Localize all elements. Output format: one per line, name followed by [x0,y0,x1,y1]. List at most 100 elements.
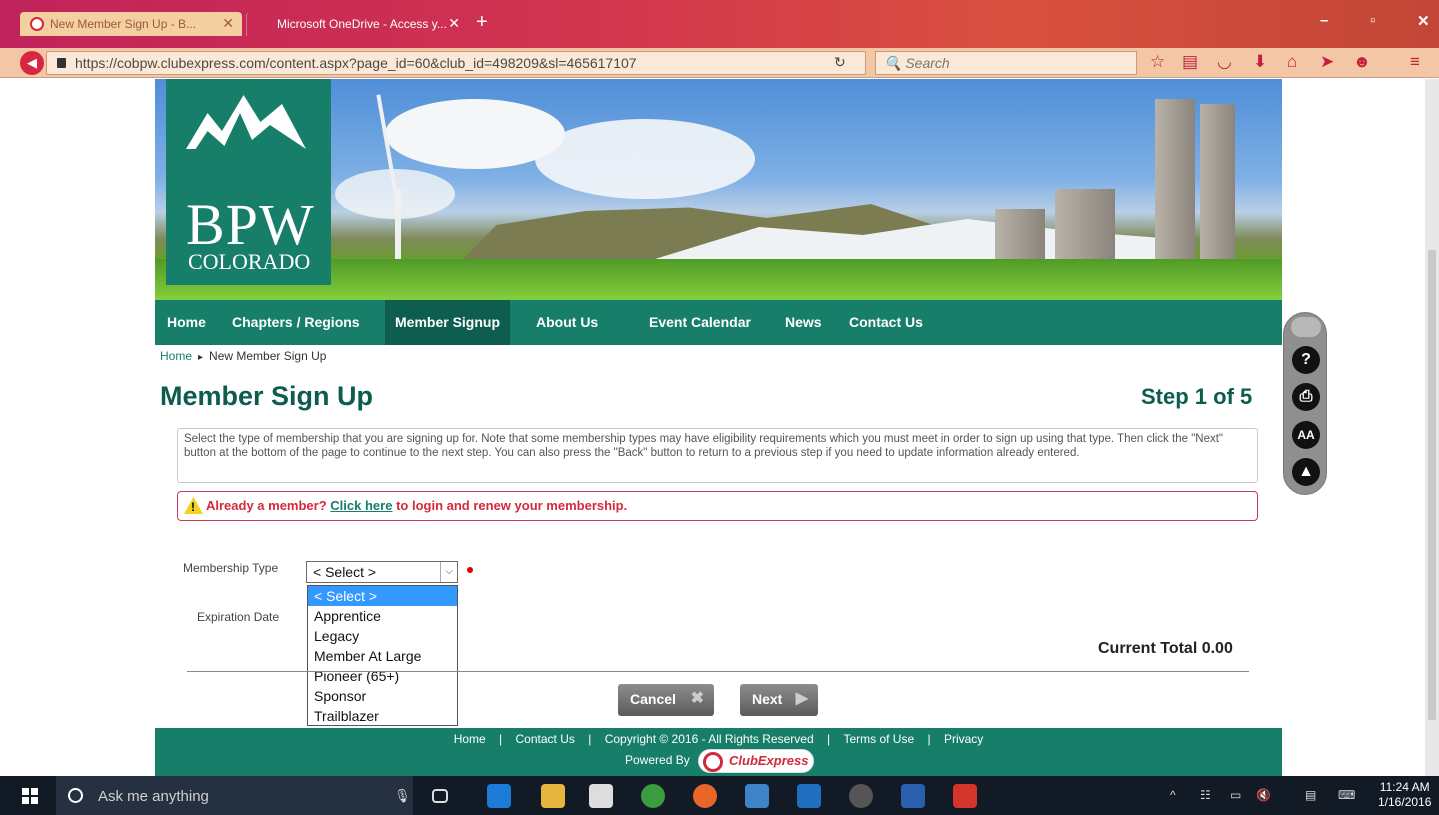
pocket-icon[interactable]: ◡ [1217,52,1232,72]
close-tab-icon[interactable]: ✕ [448,15,460,32]
next-label: Next [752,691,783,707]
option-trailblazer[interactable]: Trailblazer [308,706,457,726]
url-text: https://cobpw.clubexpress.com/content.as… [75,55,637,71]
notes-app-icon[interactable] [745,784,769,808]
nav-event-calendar[interactable]: Event Calendar [639,300,761,345]
logo-mountain-icon [186,95,306,149]
option-sponsor[interactable]: Sponsor [308,686,457,706]
lock-icon [57,58,66,68]
footer-separator: | [826,732,831,746]
battery-icon[interactable]: ▭ [1230,788,1241,802]
bpw-logo[interactable]: BPW COLORADO [166,79,331,285]
clubexpress-brand: ClubExpress [729,753,809,768]
instructions-box: Select the type of membership that you a… [177,428,1258,483]
footer-link-home[interactable]: Home [454,732,486,746]
menu-icon[interactable]: ≡ [1410,52,1420,72]
option-member-at-large[interactable]: Member At Large [308,646,457,666]
option-legacy[interactable]: Legacy [308,626,457,646]
volume-mute-icon[interactable]: 🔇 [1256,788,1271,802]
already-member-alert: Already a member? Click here to login an… [177,491,1258,521]
network-icon[interactable]: ☷ [1200,788,1211,802]
outlook-icon[interactable] [797,784,821,808]
send-icon[interactable]: ➤ [1320,52,1334,72]
file-explorer-icon[interactable] [541,784,565,808]
nav-member-signup[interactable]: Member Signup [385,300,511,345]
close-tab-icon[interactable]: ✕ [222,15,234,32]
footer-links: Home | Contact Us | Copyright © 2016 - A… [155,732,1282,746]
clubexpress-badge[interactable]: ClubExpress [698,749,814,773]
chat-icon[interactable]: ☻ [1353,52,1371,72]
option-apprentice[interactable]: Apprentice [308,606,457,626]
scroll-thumb[interactable] [1428,250,1436,720]
url-bar[interactable]: https://cobpw.clubexpress.com/content.as… [46,51,866,75]
acrobat-icon[interactable] [953,784,977,808]
membership-type-label: Membership Type [183,561,279,575]
tab-onedrive[interactable]: Microsoft OneDrive - Access y... ✕ [246,12,468,36]
help-icon[interactable]: ? [1292,346,1320,374]
word-icon[interactable] [901,784,925,808]
reading-list-icon[interactable]: ▤ [1182,52,1198,72]
settings-gear-icon[interactable] [849,784,873,808]
chrome-icon[interactable] [641,784,665,808]
tab-label: New Member Sign Up - B... [50,17,197,31]
nav-contact-us[interactable]: Contact Us [839,300,933,345]
keyboard-icon[interactable]: ⌨ [1338,788,1355,802]
chevron-down-icon[interactable]: ⌵ [440,562,457,582]
nav-about-us[interactable]: About Us [526,300,608,345]
warning-icon [184,497,203,514]
divider [187,671,1249,672]
drag-handle[interactable] [1291,317,1321,337]
text-size-icon[interactable]: AA [1292,421,1320,449]
maximize-button[interactable]: ▫ [1370,12,1375,29]
option-pioneer[interactable]: Pioneer (65+) [308,666,457,686]
system-clock[interactable]: 11:24 AM 1/16/2016 [1378,780,1431,810]
footer-link-terms[interactable]: Terms of Use [843,732,914,746]
cancel-label: Cancel [630,691,676,707]
search-input[interactable]: 🔍 Search [875,51,1137,75]
action-center-icon[interactable]: ▤ [1305,788,1316,802]
nav-chapters-regions[interactable]: Chapters / Regions [222,300,370,345]
star-icon[interactable]: ☆ [1150,52,1165,72]
logo-subtitle: COLORADO [188,249,311,274]
breadcrumb-separator-icon: ▸ [198,352,204,363]
tab-new-member-signup[interactable]: New Member Sign Up - B... ✕ [20,12,242,36]
site-footer: Home | Contact Us | Copyright © 2016 - A… [155,728,1282,776]
task-view-icon[interactable] [432,789,448,803]
clubexpress-favicon-icon [30,17,44,31]
option-select[interactable]: < Select > [308,586,457,606]
back-button[interactable]: ◀ [20,51,44,75]
reload-icon[interactable]: ↻ [834,54,846,71]
windows-start-icon[interactable] [22,788,38,804]
minimize-button[interactable]: – [1320,12,1328,29]
footer-link-contact-us[interactable]: Contact Us [516,732,575,746]
building-image [1055,189,1115,269]
footer-link-privacy[interactable]: Privacy [944,732,983,746]
search-placeholder: Search [905,55,950,71]
edge-icon[interactable] [487,784,511,808]
nav-home[interactable]: Home [157,300,216,345]
print-icon[interactable]: ⎙ [1292,383,1320,411]
current-total: Current Total 0.00 [1098,640,1233,657]
nav-news[interactable]: News [775,300,832,345]
up-arrow-icon[interactable]: ▲ [1292,458,1320,486]
new-tab-button[interactable]: + [476,11,488,34]
home-icon[interactable]: ⌂ [1287,52,1297,72]
download-icon[interactable]: ⬇ [1253,52,1267,72]
membership-type-dropdown[interactable]: < Select > Apprentice Legacy Member At L… [307,585,458,726]
membership-type-select[interactable]: < Select > ⌵ [306,561,458,583]
step-indicator: Step 1 of 5 [1141,384,1253,409]
clock-time: 11:24 AM [1379,780,1430,794]
cortana-search[interactable]: Ask me anything 🎙 [56,776,413,815]
login-link[interactable]: Click here [330,498,392,513]
show-hidden-icons-icon[interactable]: ^ [1170,788,1176,802]
site-nav: Home Chapters / Regions Member Signup Ab… [155,300,1282,345]
microphone-icon[interactable]: 🎙 [394,788,411,804]
breadcrumb-home[interactable]: Home [160,349,192,363]
next-button[interactable]: Next ▶ [740,684,818,716]
store-icon[interactable] [589,784,613,808]
cancel-button[interactable]: Cancel ✖ [618,684,714,716]
expiration-date-label: Expiration Date [197,610,280,624]
firefox-icon[interactable] [693,784,717,808]
clock-date: 1/16/2016 [1378,795,1432,809]
close-window-button[interactable]: ✕ [1417,12,1430,30]
